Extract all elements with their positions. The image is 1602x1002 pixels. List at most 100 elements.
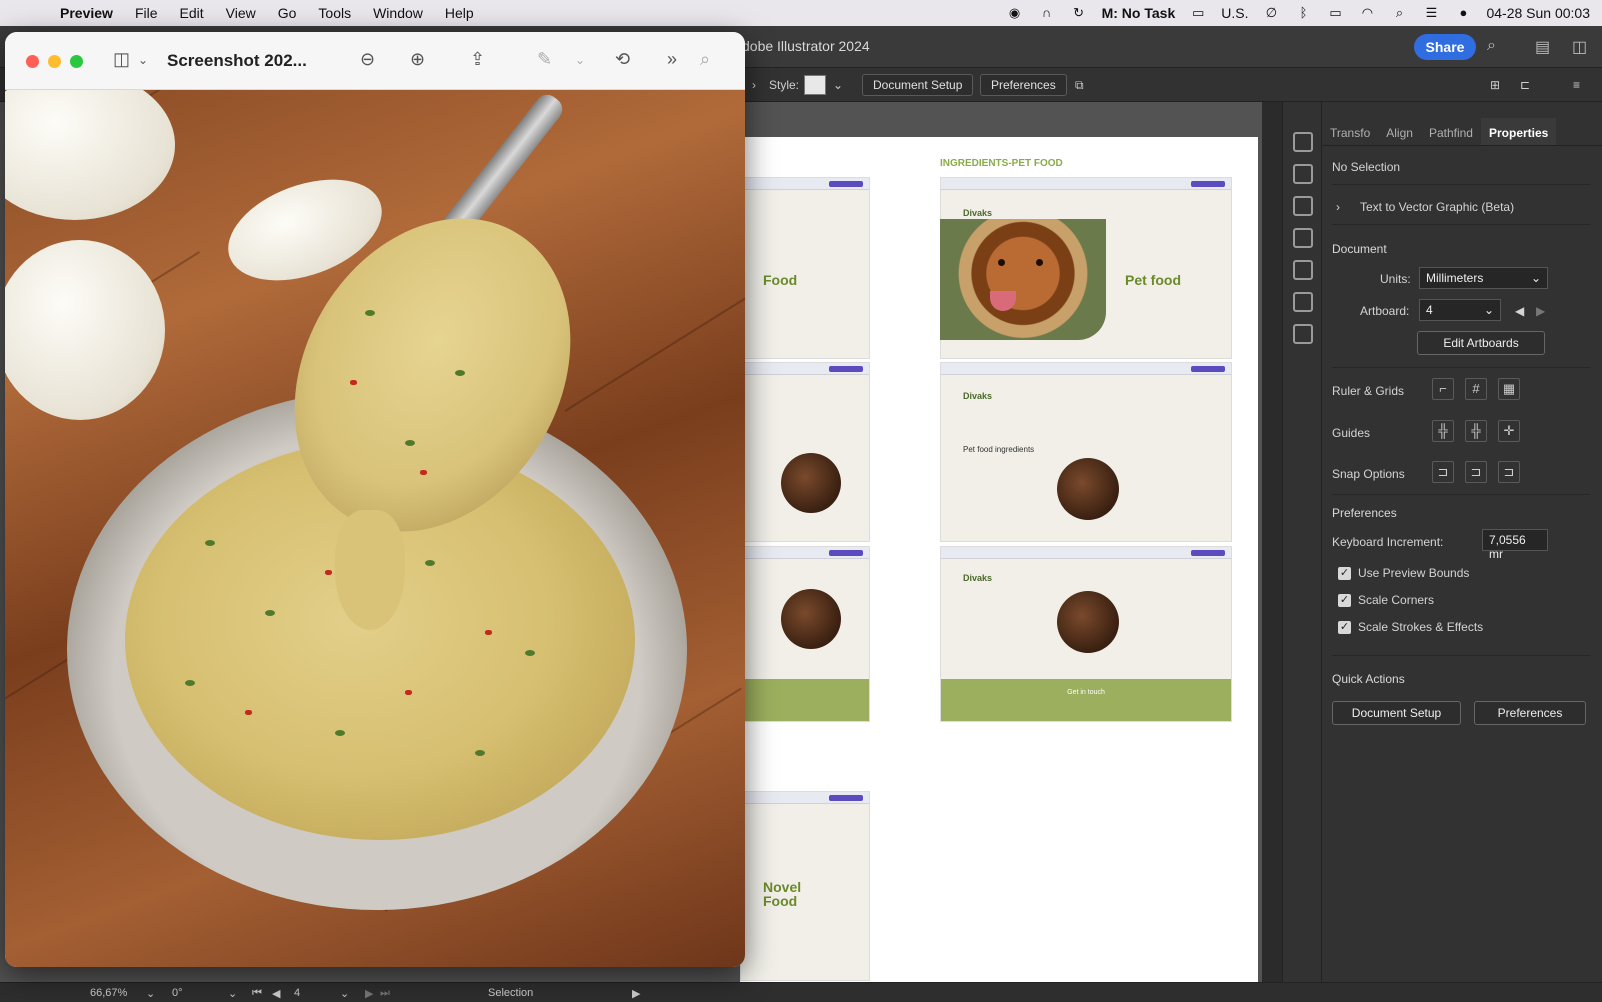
zoom-in-icon[interactable]: ⊕ [410, 49, 425, 70]
panels-icon[interactable]: ◫ [1572, 37, 1587, 57]
menu-window[interactable]: Window [362, 5, 434, 21]
close-button[interactable] [26, 55, 39, 68]
minimize-button[interactable] [48, 55, 61, 68]
menu-go[interactable]: Go [267, 5, 308, 21]
chevron-down-icon[interactable]: ⌄ [833, 78, 843, 92]
artboard-food-2[interactable] [740, 362, 870, 542]
scale-strokes-checkbox[interactable]: ✓ [1338, 621, 1351, 634]
ruler-icon[interactable]: ⌐ [1432, 378, 1454, 400]
chevron-down-icon[interactable]: ⌄ [138, 53, 148, 67]
menu-file[interactable]: File [124, 5, 169, 21]
tab-pathfinder[interactable]: Pathfind [1421, 118, 1481, 145]
chevron-down-icon[interactable]: ⌄ [228, 987, 237, 1000]
markup-pen-icon[interactable]: ✎ [537, 49, 552, 70]
next-artboard-icon[interactable]: ▶ [365, 987, 373, 1000]
rotate-icon[interactable]: ⟲ [615, 49, 630, 70]
show-guides-icon[interactable]: ╬ [1432, 420, 1454, 442]
sync-icon[interactable]: ↻ [1070, 6, 1088, 20]
use-preview-bounds-checkbox[interactable]: ✓ [1338, 567, 1351, 580]
units-select[interactable]: Millimeters ⌄ [1419, 267, 1548, 289]
libraries-icon[interactable] [1293, 164, 1313, 184]
tab-transform[interactable]: Transfo [1322, 118, 1378, 145]
mute-icon[interactable]: ∅ [1262, 6, 1280, 20]
menubar-clock[interactable]: 04-28 Sun 00:03 [1486, 5, 1590, 21]
snap-to-point-icon[interactable]: ⊐ [1432, 461, 1454, 483]
properties-icon[interactable] [1293, 132, 1313, 152]
transform-icon[interactable] [1293, 260, 1313, 280]
zoom-out-icon[interactable]: ⊖ [360, 49, 375, 70]
snap-icon[interactable]: ⊏ [1520, 78, 1530, 92]
app-menu-preview[interactable]: Preview [56, 5, 124, 21]
rotation-value[interactable]: 0° [172, 987, 183, 999]
bluetooth-icon[interactable]: ᛒ [1294, 6, 1312, 20]
more-tools-icon[interactable]: » [667, 49, 677, 70]
display-icon[interactable]: ▭ [1189, 6, 1207, 20]
scale-corners-checkbox[interactable]: ✓ [1338, 594, 1351, 607]
screen-recorder-icon[interactable]: ◉ [1006, 6, 1024, 20]
airpods-icon[interactable]: ∩ [1038, 6, 1056, 20]
tab-properties[interactable]: Properties [1480, 118, 1557, 145]
layers-icon[interactable] [1293, 196, 1313, 216]
snap-to-glyph-icon[interactable]: ⊐ [1498, 461, 1520, 483]
garlic-clove [5, 90, 175, 220]
previous-artboard-icon[interactable]: ◀ [1515, 304, 1524, 318]
share-icon[interactable]: ⇪ [470, 49, 485, 70]
next-artboard-icon[interactable]: ▶ [1536, 304, 1545, 318]
lock-guides-icon[interactable]: ╬ [1465, 420, 1487, 442]
siri-icon[interactable]: ● [1454, 6, 1472, 20]
chevron-right-icon[interactable]: › [1336, 200, 1340, 214]
artboard-ingredients-2[interactable]: Divaks Get in touch [940, 546, 1232, 722]
chevron-down-icon[interactable]: ⌄ [340, 987, 349, 1000]
transform-icon[interactable]: ⧉ [1075, 78, 1084, 93]
text-to-vector-item[interactable]: Text to Vector Graphic (Beta) [1360, 200, 1514, 214]
artboard-novel-food[interactable]: Novel Food [740, 791, 870, 981]
qa-preferences-button[interactable]: Preferences [1474, 701, 1586, 725]
menu-icon[interactable]: ≡ [1573, 78, 1580, 92]
tab-align[interactable]: Align [1378, 118, 1421, 145]
chevron-down-icon[interactable]: ⌄ [146, 987, 155, 1000]
search-icon[interactable]: ⌕ [1390, 6, 1408, 20]
grid-icon[interactable]: # [1465, 378, 1487, 400]
first-artboard-icon[interactable]: ⏮ [252, 987, 262, 1000]
style-swatch[interactable] [804, 75, 826, 95]
focus-status[interactable]: M: No Task [1102, 5, 1176, 21]
zoom-button[interactable] [70, 55, 83, 68]
artboard-ingredients[interactable]: Divaks Pet food ingredients [940, 362, 1232, 542]
smart-guides-icon[interactable]: ✛ [1498, 420, 1520, 442]
zoom-level[interactable]: 66,67% [90, 987, 127, 999]
wifi-icon[interactable]: ◠ [1358, 6, 1376, 20]
artboards-icon[interactable] [1293, 228, 1313, 248]
last-artboard-icon[interactable]: ⏭ [380, 987, 390, 1000]
chevron-right-icon[interactable]: ▶ [632, 987, 640, 1000]
chevron-down-icon[interactable]: ⌄ [575, 53, 585, 67]
previous-artboard-icon[interactable]: ◀ [272, 987, 280, 1000]
sidebar-toggle-icon[interactable]: ◫ [113, 49, 130, 70]
search-icon[interactable]: ⌕ [700, 49, 710, 70]
search-icon[interactable]: ⌕ [1487, 37, 1496, 55]
snap-to-pixel-icon[interactable]: ⊐ [1465, 461, 1487, 483]
battery-icon[interactable]: ▭ [1326, 6, 1344, 20]
export-icon[interactable] [1293, 292, 1313, 312]
asset-export-icon[interactable] [1293, 324, 1313, 344]
workspace-icon[interactable]: ▤ [1535, 37, 1550, 57]
control-center-icon[interactable]: ☰ [1422, 6, 1440, 20]
menu-edit[interactable]: Edit [169, 5, 215, 21]
menu-view[interactable]: View [215, 5, 267, 21]
edit-artboards-button[interactable]: Edit Artboards [1417, 331, 1545, 355]
transparency-grid-icon[interactable]: ▦ [1498, 378, 1520, 400]
preferences-button[interactable]: Preferences [980, 74, 1067, 96]
artboard-number[interactable]: 4 [294, 987, 300, 999]
chevron-right-icon[interactable]: › [752, 78, 756, 92]
document-setup-button[interactable]: Document Setup [862, 74, 974, 96]
ingredient-image [781, 453, 841, 513]
keyboard-increment-field[interactable]: 7,0556 mr [1482, 529, 1548, 561]
artboard-select[interactable]: 4 ⌄ [1419, 299, 1501, 321]
share-button[interactable]: Share [1414, 34, 1476, 60]
keyboard-layout[interactable]: U.S. [1221, 5, 1248, 21]
qa-document-setup-button[interactable]: Document Setup [1332, 701, 1461, 725]
align-icon[interactable]: ⊞ [1490, 78, 1500, 92]
artboard-food-3[interactable] [740, 546, 870, 722]
menu-tools[interactable]: Tools [307, 5, 362, 21]
artboard-food[interactable]: Food [740, 177, 870, 359]
menu-help[interactable]: Help [434, 5, 485, 21]
